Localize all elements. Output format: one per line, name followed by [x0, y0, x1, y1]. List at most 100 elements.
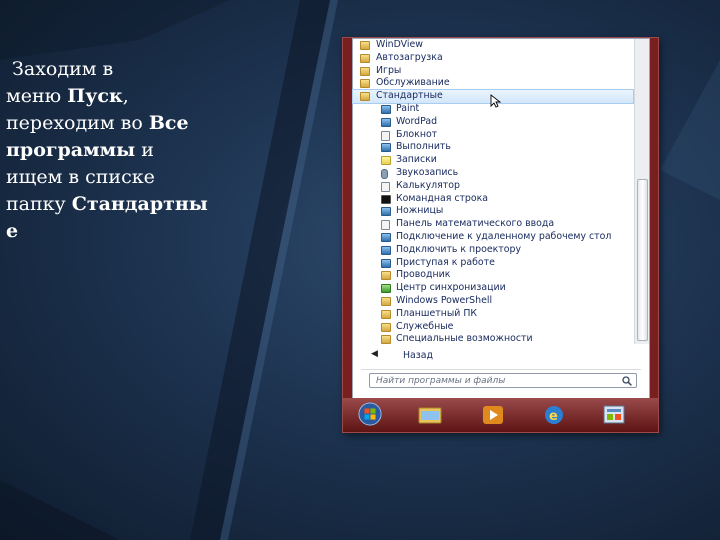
run-icon	[381, 143, 391, 153]
list-item-command-prompt[interactable]: Командная строка	[353, 193, 633, 206]
list-item-notepad[interactable]: Блокнот	[353, 129, 633, 142]
file-explorer-taskbar-icon[interactable]	[417, 403, 443, 427]
item-label: Панель математического ввода	[396, 218, 555, 230]
item-label: WinDView	[376, 39, 423, 50]
accessories-term-2: е	[6, 220, 19, 242]
folder-icon	[360, 41, 370, 50]
item-label: Подключение к удаленному рабочему стол	[396, 230, 612, 242]
list-item-remote-desktop[interactable]: Подключение к удаленному рабочему стол	[353, 231, 633, 244]
item-label: Подключить к проектору	[396, 243, 521, 255]
list-item-projector[interactable]: Подключить к проектору	[353, 244, 633, 257]
item-label: Ножницы	[396, 205, 444, 217]
list-item-windview[interactable]: WinDView	[353, 39, 633, 52]
list-item-sound-recorder[interactable]: Звукозапись	[353, 167, 633, 180]
list-item-maintenance[interactable]: Обслуживание	[353, 77, 633, 90]
mouse-cursor-icon	[490, 94, 502, 108]
list-item-snipping-tool[interactable]: Ножницы	[353, 205, 633, 218]
folder-icon	[381, 335, 391, 345]
folder-icon	[381, 322, 391, 332]
list-item-run[interactable]: Выполнить	[353, 141, 633, 154]
item-label: Командная строка	[396, 192, 489, 204]
item-label: WordPad	[396, 115, 438, 127]
item-label: Игры	[376, 64, 402, 76]
projector-icon	[381, 245, 391, 255]
folder-icon	[381, 296, 391, 306]
text-line-4-end: и	[135, 139, 154, 161]
command-prompt-icon	[381, 194, 391, 204]
microphone-icon	[381, 168, 388, 179]
list-item-sync-center[interactable]: Центр синхронизации	[353, 282, 633, 295]
item-label: Стандартные	[376, 90, 443, 102]
sticky-notes-icon	[381, 156, 391, 166]
getting-started-icon	[381, 258, 391, 268]
item-label: Служебные	[396, 320, 454, 332]
search-icon	[622, 376, 632, 386]
text-line-5: ищем в списке	[6, 166, 155, 188]
list-item-tablet-pc[interactable]: Планшетный ПК	[353, 308, 633, 321]
list-item-games[interactable]: Игры	[353, 65, 633, 78]
back-button[interactable]: ◀ Назад	[353, 349, 633, 363]
folder-icon	[360, 66, 370, 76]
item-label: Специальные возможности	[396, 333, 533, 345]
control-panel-taskbar-icon[interactable]	[601, 403, 627, 427]
list-item-wordpad[interactable]: WordPad	[353, 116, 633, 129]
start-menu-screenshot: WinDView Автозагрузка Игры Обслуживание …	[343, 38, 658, 432]
notepad-icon	[381, 130, 390, 141]
math-input-icon	[381, 220, 390, 231]
folder-icon	[360, 92, 370, 102]
paint-icon	[381, 104, 391, 114]
accessories-term-1: Стандартны	[71, 193, 208, 215]
all-programs-term-2: программы	[6, 139, 136, 161]
text-line-6-start: папку	[6, 193, 72, 215]
item-label: Paint	[396, 102, 420, 114]
item-label: Обслуживание	[376, 77, 450, 89]
programs-list: WinDView Автозагрузка Игры Обслуживание …	[352, 39, 634, 346]
item-label: Записки	[396, 154, 437, 166]
scissors-icon	[381, 207, 391, 217]
internet-explorer-taskbar-icon[interactable]: e	[541, 403, 567, 427]
folder-icon	[360, 79, 370, 89]
item-label: Центр синхронизации	[396, 282, 506, 294]
text-line-3-start: переходим во	[6, 112, 149, 134]
text-line-1: Заходим в	[12, 58, 114, 80]
divider	[361, 369, 641, 370]
taskbar: e	[343, 398, 658, 432]
media-player-taskbar-icon[interactable]	[480, 403, 506, 427]
start-orb-icon[interactable]	[357, 402, 383, 426]
list-item-explorer[interactable]: Проводник	[353, 269, 633, 282]
search-placeholder: Найти программы и файлы	[376, 376, 506, 386]
list-item-ease-of-access[interactable]: Специальные возможности	[353, 333, 633, 346]
all-programs-term-1: Все	[148, 112, 189, 134]
list-item-startup[interactable]: Автозагрузка	[353, 52, 633, 65]
item-label: Звукозапись	[396, 166, 459, 178]
calculator-icon	[381, 181, 390, 192]
list-item-system-tools[interactable]: Служебные	[353, 321, 633, 334]
item-label: Проводник	[396, 269, 451, 281]
folder-icon	[381, 309, 391, 319]
wordpad-icon	[381, 117, 391, 127]
explorer-icon	[381, 271, 391, 281]
item-label: Планшетный ПК	[396, 307, 478, 319]
all-programs-panel: WinDView Автозагрузка Игры Обслуживание …	[352, 38, 650, 400]
list-item-calculator[interactable]: Калькулятор	[353, 180, 633, 193]
text-line-2-start: меню	[6, 85, 68, 107]
text-line-2-end: ,	[122, 85, 129, 107]
svg-text:e: e	[549, 409, 558, 424]
scrollbar-thumb[interactable]	[637, 179, 648, 341]
instruction-text: Заходим в меню Пуск, переходим во Все пр…	[6, 56, 256, 245]
programs-scrollbar[interactable]	[634, 39, 649, 344]
list-item-sticky-notes[interactable]: Записки	[353, 154, 633, 167]
remote-desktop-icon	[381, 232, 391, 242]
sync-center-icon	[381, 284, 391, 294]
list-item-powershell[interactable]: Windows PowerShell	[353, 295, 633, 308]
item-label: Блокнот	[396, 128, 438, 140]
start-menu-term: Пуск	[67, 85, 123, 107]
list-item-math-input[interactable]: Панель математического ввода	[353, 218, 633, 231]
item-label: Выполнить	[396, 141, 451, 153]
search-input[interactable]: Найти программы и файлы	[369, 373, 637, 388]
item-label: Автозагрузка	[376, 51, 443, 63]
back-arrow-icon: ◀	[371, 349, 378, 359]
list-item-getting-started[interactable]: Приступая к работе	[353, 257, 633, 270]
item-label: Windows PowerShell	[396, 294, 493, 306]
item-label: Приступая к работе	[396, 256, 495, 268]
